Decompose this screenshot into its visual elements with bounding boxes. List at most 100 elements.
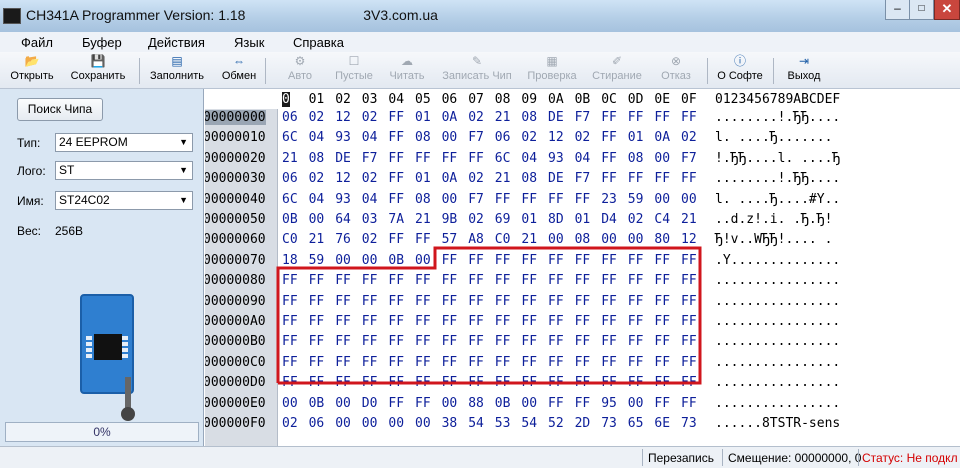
hex-byte[interactable]: 12	[335, 110, 351, 125]
hex-byte[interactable]: FF	[601, 273, 617, 288]
hex-byte[interactable]: FF	[388, 294, 404, 309]
hex-byte[interactable]: 04	[309, 130, 325, 145]
name-select[interactable]: ST24C02 ▼	[55, 191, 193, 210]
hex-byte[interactable]: 04	[362, 192, 378, 207]
hex-byte[interactable]: 21	[282, 151, 298, 166]
hex-byte[interactable]: FF	[654, 253, 670, 268]
hex-byte[interactable]: FF	[548, 192, 564, 207]
chip-search-button[interactable]: Поиск Чипа	[17, 98, 103, 121]
hex-byte[interactable]: FF	[282, 334, 298, 349]
hex-byte[interactable]: 00	[548, 232, 564, 247]
hex-byte[interactable]: FF	[495, 375, 511, 390]
hex-byte[interactable]: 21	[415, 212, 431, 227]
hex-byte[interactable]: FF	[335, 375, 351, 390]
hex-byte[interactable]: D4	[601, 212, 617, 227]
hex-byte[interactable]: 23	[601, 192, 617, 207]
hex-byte[interactable]: 54	[468, 416, 484, 431]
hex-byte[interactable]: 02	[468, 171, 484, 186]
hex-byte[interactable]: FF	[362, 294, 378, 309]
hex-byte[interactable]: FF	[521, 294, 537, 309]
hex-byte[interactable]: 08	[521, 171, 537, 186]
hex-byte[interactable]: FF	[468, 151, 484, 166]
hex-byte[interactable]: 0B	[282, 212, 298, 227]
hex-byte[interactable]: FF	[681, 253, 697, 268]
hex-byte[interactable]: FF	[495, 192, 511, 207]
hex-byte[interactable]: FF	[335, 334, 351, 349]
hex-byte[interactable]: 04	[362, 130, 378, 145]
hex-byte[interactable]: 08	[575, 232, 591, 247]
hex-byte[interactable]: FF	[442, 294, 458, 309]
hex-byte[interactable]: FF	[282, 355, 298, 370]
hex-byte[interactable]: 52	[548, 416, 564, 431]
hex-byte[interactable]: FF	[388, 396, 404, 411]
hex-byte[interactable]: 6E	[654, 416, 670, 431]
hex-byte[interactable]: 08	[309, 151, 325, 166]
hex-byte[interactable]: 02	[681, 130, 697, 145]
hex-byte[interactable]: 00	[628, 232, 644, 247]
hex-byte[interactable]: 01	[575, 212, 591, 227]
toolbar-button-erase[interactable]: ✐ Стирание	[586, 53, 648, 87]
hex-byte[interactable]: FF	[681, 375, 697, 390]
hex-byte[interactable]: FF	[681, 171, 697, 186]
hex-byte[interactable]: FF	[415, 232, 431, 247]
hex-byte[interactable]: FF	[628, 273, 644, 288]
menu-buffer[interactable]: Буфер	[82, 35, 122, 50]
hex-byte[interactable]: 73	[601, 416, 617, 431]
hex-byte[interactable]: FF	[468, 334, 484, 349]
hex-byte[interactable]: 06	[495, 130, 511, 145]
hex-byte[interactable]: FF	[468, 294, 484, 309]
hex-byte[interactable]: FF	[362, 314, 378, 329]
hex-byte[interactable]: FF	[575, 355, 591, 370]
hex-byte[interactable]: 02	[282, 416, 298, 431]
hex-byte[interactable]: FF	[575, 375, 591, 390]
hex-byte[interactable]: 12	[335, 171, 351, 186]
hex-byte[interactable]: FF	[388, 375, 404, 390]
hex-byte[interactable]: FF	[335, 355, 351, 370]
hex-byte[interactable]: 0A	[654, 130, 670, 145]
hex-byte[interactable]: FF	[575, 334, 591, 349]
hex-byte[interactable]: DE	[335, 151, 351, 166]
hex-byte[interactable]: FF	[309, 355, 325, 370]
hex-byte[interactable]: 93	[335, 192, 351, 207]
hex-byte[interactable]: FF	[575, 192, 591, 207]
hex-byte[interactable]: 00	[388, 416, 404, 431]
hex-byte[interactable]: 65	[628, 416, 644, 431]
hex-byte[interactable]: 00	[442, 396, 458, 411]
hex-byte[interactable]: FF	[601, 375, 617, 390]
hex-byte[interactable]: 21	[495, 110, 511, 125]
hex-byte[interactable]: FF	[521, 273, 537, 288]
hex-byte[interactable]: FF	[309, 314, 325, 329]
toolbar-button-blank[interactable]: ☐ Пустые	[328, 53, 380, 87]
hex-byte[interactable]: FF	[681, 334, 697, 349]
hex-byte[interactable]: FF	[388, 192, 404, 207]
hex-byte[interactable]: FF	[628, 314, 644, 329]
hex-byte[interactable]: FF	[575, 253, 591, 268]
hex-byte[interactable]: FF	[521, 375, 537, 390]
hex-byte[interactable]: 21	[495, 171, 511, 186]
hex-byte[interactable]: F7	[468, 130, 484, 145]
hex-byte[interactable]: 9B	[442, 212, 458, 227]
hex-byte[interactable]: FF	[654, 375, 670, 390]
hex-byte[interactable]: FF	[468, 273, 484, 288]
hex-byte[interactable]: 7A	[388, 212, 404, 227]
toolbar-button-cancel[interactable]: ⊗ Отказ	[654, 53, 698, 87]
hex-byte[interactable]: FF	[388, 171, 404, 186]
hex-byte[interactable]: 76	[335, 232, 351, 247]
hex-byte[interactable]: 00	[442, 130, 458, 145]
hex-byte[interactable]: FF	[468, 253, 484, 268]
hex-byte[interactable]: FF	[442, 253, 458, 268]
hex-byte[interactable]: 08	[521, 110, 537, 125]
hex-byte[interactable]: C0	[495, 232, 511, 247]
hex-byte[interactable]: 03	[362, 212, 378, 227]
hex-byte[interactable]: 00	[654, 192, 670, 207]
hex-byte[interactable]: 2D	[575, 416, 591, 431]
hex-byte[interactable]: 02	[362, 232, 378, 247]
hex-byte[interactable]: FF	[548, 396, 564, 411]
toolbar-button-read[interactable]: ☁ Читать	[382, 53, 432, 87]
hex-byte[interactable]: FF	[548, 334, 564, 349]
close-button[interactable]: ✕	[934, 0, 960, 20]
menu-file[interactable]: Файл	[21, 35, 53, 50]
hex-byte[interactable]: 02	[468, 212, 484, 227]
hex-byte[interactable]: FF	[362, 273, 378, 288]
hex-byte[interactable]: FF	[521, 334, 537, 349]
